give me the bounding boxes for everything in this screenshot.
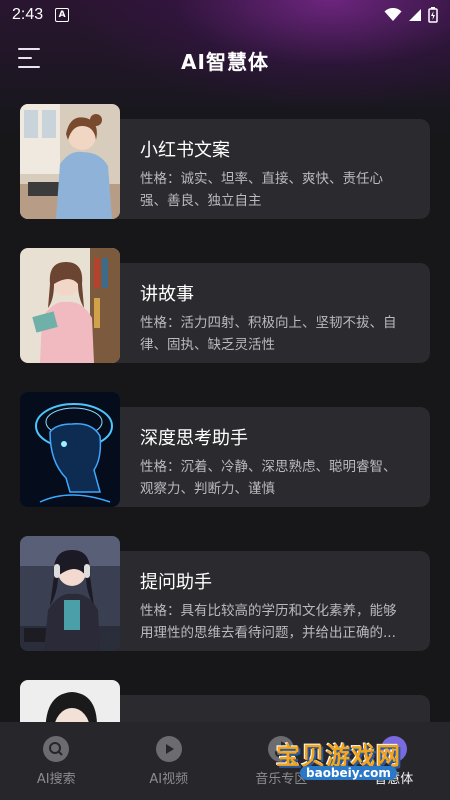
- app-header: AI智慧体: [0, 36, 450, 84]
- battery-icon: [428, 7, 438, 23]
- agent-avatar: [20, 104, 120, 219]
- agent-card[interactable]: 讲故事 性格：活力四射、积极向上、坚韧不拔、自律、固执、缺乏灵活性: [20, 248, 430, 368]
- agent-card[interactable]: 深度思考助手 性格：沉着、冷静、深思熟虑、聪明睿智、观察力、判断力、谨慎: [20, 392, 430, 512]
- card-title: 提问助手: [140, 572, 212, 593]
- card-title: 小红书文案: [140, 140, 230, 161]
- agent-card[interactable]: 提问助手 性格：具有比较高的学历和文化素养，能够用理性的思维去看待问题，并给出正…: [20, 536, 430, 656]
- nav-item-ai-search[interactable]: AI搜索: [6, 722, 106, 800]
- card-description: 性格：沉着、冷静、深思熟虑、聪明睿智、观察力、判断力、谨慎: [140, 459, 397, 497]
- agent-avatar: [20, 248, 120, 363]
- card-title: 深度思考助手: [140, 428, 248, 449]
- nav-label: AI搜索: [36, 772, 76, 787]
- nav-label: AI视频: [149, 772, 189, 787]
- signal-icon: [409, 9, 421, 21]
- agent-avatar: [20, 392, 120, 507]
- app-indicator-icon: A: [55, 8, 70, 22]
- watermark-url: baobeiy.com: [300, 766, 397, 780]
- wifi-icon: [384, 8, 402, 21]
- card-description: 性格：活力四射、积极向上、坚韧不拔、自律、固执、缺乏灵活性: [140, 315, 397, 353]
- search-icon: [43, 736, 70, 762]
- page-title: AI智慧体: [181, 50, 269, 74]
- status-bar: 2:43 A: [0, 0, 450, 30]
- status-time: 2:43: [12, 6, 44, 23]
- card-description: 性格：具有比较高的学历和文化素养，能够用理性的思维去看待问题，并给出正确的...: [140, 603, 397, 641]
- status-icons: [384, 7, 438, 23]
- nav-item-ai-video[interactable]: AI视频: [119, 722, 219, 800]
- card-description: 性格：诚实、坦率、直接、爽快、责任心强、善良、独立自主: [140, 171, 383, 209]
- card-title: 讲故事: [140, 284, 194, 305]
- watermark-logo: 宝贝游戏网 baobeiy.com: [272, 728, 422, 788]
- play-icon: [155, 736, 182, 762]
- agent-card[interactable]: 小红书文案 性格：诚实、坦率、直接、爽快、责任心强、善良、独立自主: [20, 104, 430, 224]
- agent-avatar: [20, 536, 120, 651]
